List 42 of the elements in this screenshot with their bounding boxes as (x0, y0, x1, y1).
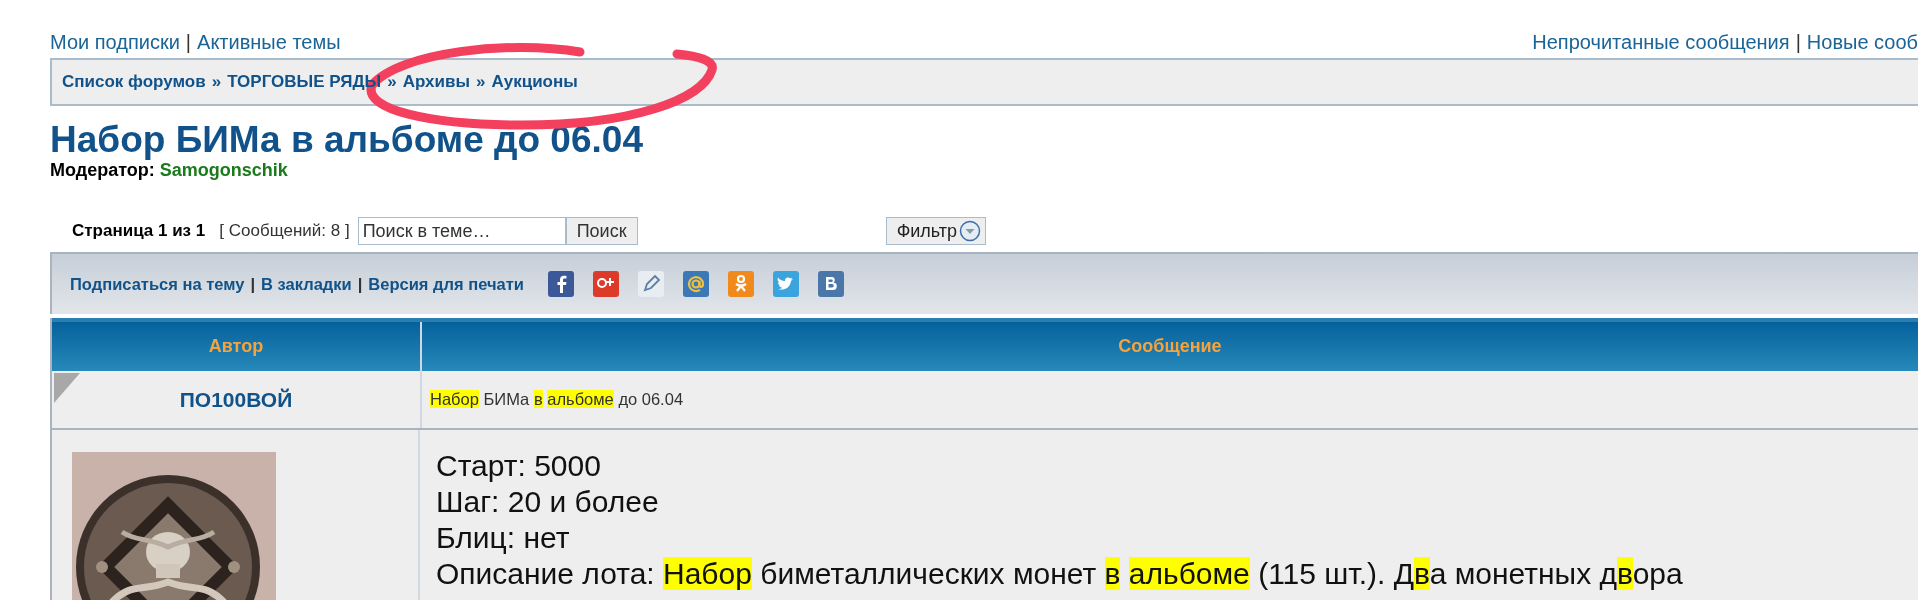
top-nav-link[interactable]: Мои подписки (50, 31, 180, 54)
page-indicator: Страница 1 из 1 (72, 221, 206, 241)
post-text-line: Старт: 5000 (436, 448, 602, 484)
corner-triangle-icon (54, 373, 80, 403)
search-field[interactable]: Поиск в теме… (357, 217, 566, 245)
top-nav-link[interactable]: Новые сооб (1806, 31, 1918, 54)
post-text-line: Шаг: 20 и более (436, 484, 660, 520)
column-header: Автор (208, 336, 264, 357)
post-count: [ Сообщений: 8 ] (219, 221, 350, 241)
search-button[interactable]: Поиск (565, 217, 638, 245)
google-plus-icon[interactable] (592, 271, 619, 297)
author-link[interactable]: ПО100ВОЙ (179, 387, 293, 412)
odnoklassniki-icon[interactable] (727, 271, 754, 297)
breadcrumb-link[interactable]: Список форумов (62, 72, 206, 92)
breadcrumb-separator: » (387, 72, 397, 92)
post-text-line: Описание лота: Набор биметаллических монет в альбоме (115 шт.). Два монетных двора (436, 556, 1684, 592)
topic-action-link[interactable]: Версия для печати (368, 274, 524, 294)
top-nav-link[interactable]: Активные темы (197, 31, 341, 54)
breadcrumb-separator: » (211, 72, 222, 92)
breadcrumb-link[interactable]: Аукционы (491, 72, 578, 92)
topic-action-link[interactable]: Подписаться на тему (70, 274, 245, 294)
dropdown-icon (959, 220, 982, 242)
link-separator: | (357, 274, 363, 294)
breadcrumb-separator: » (475, 72, 486, 92)
topic-title: Набор БИМа в альбоме до 06.04 (50, 120, 644, 160)
moderator-link[interactable]: Samogonschik (159, 160, 288, 180)
vk-icon[interactable] (817, 271, 844, 297)
link-separator: | (1795, 31, 1801, 54)
post-subject: Набор БИМа в альбоме до 06.04 (430, 390, 684, 409)
breadcrumb-link[interactable]: Архивы (402, 72, 470, 92)
column-header: Сообщение (1118, 336, 1222, 357)
at-sign-icon[interactable] (682, 271, 709, 297)
pencil-icon[interactable] (637, 271, 664, 297)
link-separator: | (185, 31, 192, 54)
moderator-label: Модератор: (50, 160, 155, 180)
post-text-line: Блиц: нет (436, 520, 571, 556)
filter-button[interactable]: Фильтр (885, 217, 987, 245)
top-nav-link[interactable]: Непрочитанные сообщения (1532, 31, 1790, 54)
twitter-bird-icon[interactable] (772, 271, 799, 297)
topic-action-link[interactable]: В закладки (261, 274, 352, 294)
link-separator: | (250, 274, 256, 294)
facebook-icon[interactable] (547, 271, 574, 297)
